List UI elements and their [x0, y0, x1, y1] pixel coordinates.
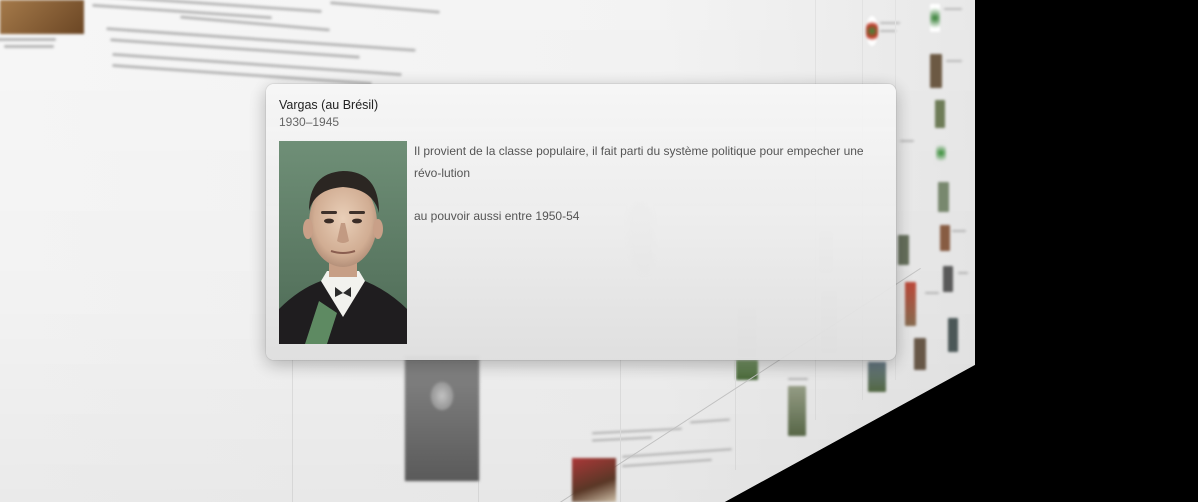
timeline-gridline [735, 360, 736, 470]
event-title: Vargas (au Brésil) [279, 98, 379, 112]
description-paragraph: au pouvoir aussi entre 1950-54 [414, 208, 580, 223]
event-dates: 1930–1945 [279, 115, 340, 129]
description-paragraph: Il provient de la classe populaire, il f… [414, 144, 864, 180]
background-void [975, 0, 1198, 502]
event-detail-popup[interactable]: Vargas (au Brésil) 1930–1945 Il provient… [266, 84, 896, 360]
timeline-gridline [620, 360, 621, 502]
event-description: Il provient de la classe populaire, il f… [414, 141, 884, 249]
timeline-viewport: Vargas (au Brésil) 1930–1945 Il provient… [0, 0, 1198, 502]
event-photo-thumbnail[interactable] [572, 458, 616, 502]
event-portrait-image [279, 141, 407, 344]
timeline-gridline [292, 360, 293, 502]
event-portrait-photo[interactable] [405, 356, 479, 481]
event-thumbnail[interactable] [0, 0, 84, 34]
